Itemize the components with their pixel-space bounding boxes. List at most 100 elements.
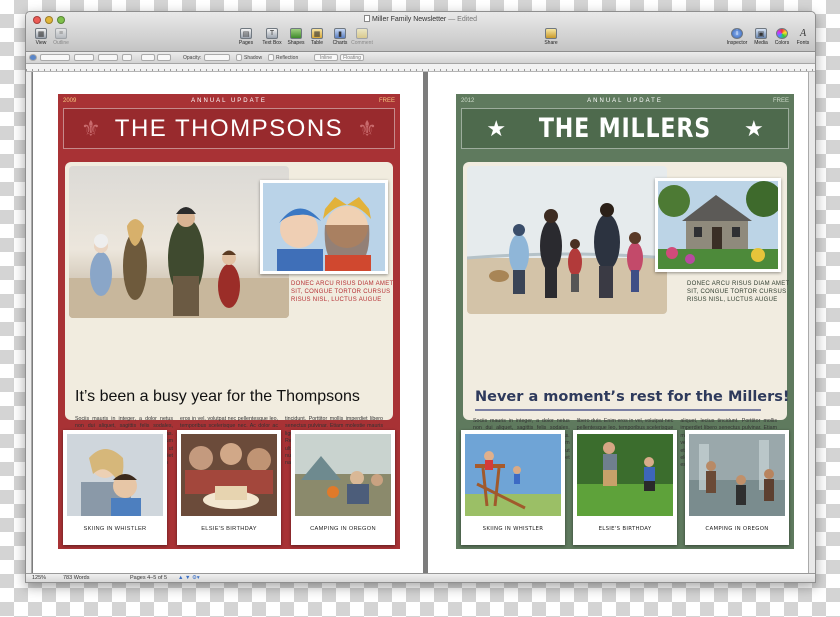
millers-story-card: DONEC ARCU RISUS DIAM AMET SIT, CONGUE T… [463, 162, 790, 468]
toolbar-text-box-button[interactable]: T Text Box [259, 28, 285, 46]
millers-photo-skiing-caption: SKIING IN WHISTLER [482, 526, 544, 532]
page-indicator: Pages 4–5 of 5 [130, 575, 168, 581]
millers-photo-caption: DONEC ARCU RISUS DIAM AMET SIT, CONGUE T… [687, 281, 790, 303]
reflection-label: Reflection [276, 55, 299, 61]
zoom-level[interactable]: 125% [32, 575, 46, 581]
millers-headline: Never a moment’s rest for the Millers! [475, 389, 790, 405]
millers-annual-update: ANNUAL UPDATE [587, 98, 663, 104]
style-select[interactable] [40, 54, 70, 61]
format-bar: Opacity: Shadow Reflection Inline Floati… [26, 52, 815, 64]
toolbar-fonts-label: Fonts [796, 40, 810, 46]
inspector-icon: i [731, 28, 743, 39]
opacity-label: Opacity: [183, 55, 202, 61]
vertical-scrollbar[interactable] [808, 72, 815, 575]
shapes-icon [290, 28, 302, 39]
media-icon: ▣ [755, 28, 767, 39]
millers-house-photo[interactable] [655, 178, 781, 272]
fonts-icon: A [799, 28, 807, 39]
document-title: Miller Family Newsletter [371, 16, 447, 23]
toolbar-text-box-label: Text Box [262, 40, 282, 46]
thompsons-kids-photo[interactable] [260, 180, 388, 274]
thompsons-photo-caption: DONEC ARCU RISUS DIAM AMET SIT, CONGUE T… [291, 281, 394, 303]
toolbar-share-button[interactable]: Share [538, 28, 564, 46]
millers-family-photo[interactable] [467, 166, 667, 314]
inline-button[interactable]: Inline [314, 54, 338, 61]
toolbar-outline-label: Outline [53, 40, 69, 46]
toolbar-comment-label: Comment [351, 40, 373, 46]
document-canvas: 2009 ANNUAL UPDATE FREE ⚜ THE THOMPSONS … [26, 72, 815, 575]
outline-icon: ≡ [55, 28, 67, 39]
toolbar-shapes-label: Shapes [287, 40, 305, 46]
thompsons-free: FREE [378, 98, 395, 104]
colors-icon [776, 28, 788, 39]
millers-masthead-strip: 2012 ANNUAL UPDATE FREE [456, 97, 794, 107]
toolbar-share-label: Share [544, 40, 558, 46]
comment-icon [356, 28, 368, 39]
toolbar-pages-label: Pages [238, 40, 254, 46]
share-icon [545, 28, 557, 39]
shadow-checkbox[interactable] [236, 54, 242, 61]
styles-drawer-icon[interactable] [29, 54, 37, 61]
toolbar-comment-button[interactable]: Comment [349, 28, 375, 46]
thompsons-masthead: ⚜ THE THOMPSONS ⚜ [63, 108, 395, 149]
millers-photo-birthday-caption: ELSIE'S BIRTHDAY [598, 526, 652, 532]
window-title: Miller Family Newsletter — Edited [26, 15, 815, 23]
thompsons-photo-skiing[interactable]: SKIING IN WHISTLER [63, 430, 167, 545]
arrange-button[interactable] [141, 54, 155, 61]
millers-camping-image [689, 434, 785, 516]
toolbar-pages-button[interactable]: ▤ Pages [233, 28, 259, 46]
toolbar-table-label: Table [311, 40, 323, 46]
thompsons-photo-row: SKIING IN WHISTLER ELSIE'S BIRTHDAY CAMP… [63, 430, 395, 545]
floating-button[interactable]: Floating [340, 54, 364, 61]
toolbar-view-label: View [35, 40, 47, 46]
group-button[interactable] [157, 54, 171, 61]
shadow-label: Shadow [244, 55, 263, 61]
millers-photo-birthday[interactable]: ELSIE'S BIRTHDAY [573, 430, 677, 545]
color-select[interactable] [74, 54, 94, 61]
thompsons-photo-birthday[interactable]: ELSIE'S BIRTHDAY [177, 430, 281, 545]
thompsons-camping-image [295, 434, 391, 516]
toolbar-media-label: Media [754, 40, 768, 46]
toolbar-colors-label: Colors [774, 40, 790, 46]
opacity-field[interactable] [204, 54, 230, 61]
page-nav-icon[interactable]: ▲ ▼ ⚙▾ [178, 575, 200, 581]
thompsons-photo-birthday-caption: ELSIE'S BIRTHDAY [201, 526, 257, 532]
millers-title: THE MILLERS [538, 113, 712, 144]
millers-photo-camping[interactable]: CAMPING IN OREGON [685, 430, 789, 545]
millers-photo-skiing[interactable]: SKIING IN WHISTLER [461, 430, 565, 545]
toolbar-fonts-button[interactable]: A Fonts [790, 28, 815, 46]
stroke-width[interactable] [122, 54, 132, 61]
charts-icon: ▮ [334, 28, 346, 39]
thompsons-headline: It’s been a busy year for the Thompsons [75, 388, 360, 405]
millers-birthday-image [577, 434, 673, 516]
stroke-select[interactable] [98, 54, 118, 61]
millers-photo-row: SKIING IN WHISTLER ELSIE'S BIRTHDAY CAMP… [461, 430, 789, 545]
thompsons-family-photo[interactable] [69, 166, 289, 318]
fleur-de-lis-icon: ⚜ [81, 115, 101, 141]
thompsons-photo-skiing-caption: SKIING IN WHISTLER [83, 526, 147, 532]
vertical-ruler[interactable] [26, 72, 32, 575]
view-icon: ▦ [35, 28, 47, 39]
document-icon [363, 15, 370, 22]
thompsons-birthday-image [181, 434, 277, 516]
thompsons-skiing-image [67, 434, 163, 516]
reflection-checkbox[interactable] [268, 54, 274, 61]
fleur-de-lis-icon: ⚜ [357, 115, 377, 141]
thompsons-newsletter[interactable]: 2009 ANNUAL UPDATE FREE ⚜ THE THOMPSONS … [58, 94, 400, 549]
millers-newsletter[interactable]: 2012 ANNUAL UPDATE FREE ★ THE MILLERS ★ [456, 94, 794, 549]
millers-photo-camping-caption: CAMPING IN OREGON [705, 526, 769, 532]
millers-headline-underline [475, 409, 761, 411]
thompsons-masthead-strip: 2009 ANNUAL UPDATE FREE [58, 97, 400, 107]
toolbar-outline-button[interactable]: ≡ Outline [48, 28, 74, 46]
title-bar: Miller Family Newsletter — Edited ▦ View… [26, 12, 815, 52]
pages-window: Miller Family Newsletter — Edited ▦ View… [25, 11, 816, 583]
millers-skiing-image [465, 434, 561, 516]
thompsons-title: THE THOMPSONS [114, 114, 344, 142]
thompsons-photo-camping[interactable]: CAMPING IN OREGON [291, 430, 395, 545]
millers-masthead: ★ THE MILLERS ★ [461, 108, 789, 149]
word-count: 783 Words [63, 575, 90, 581]
edited-status: — Edited [448, 16, 478, 23]
horizontal-ruler[interactable] [26, 64, 815, 72]
table-icon: ▦ [311, 28, 323, 39]
toolbar-inspector-button[interactable]: i Inspector [724, 28, 750, 46]
